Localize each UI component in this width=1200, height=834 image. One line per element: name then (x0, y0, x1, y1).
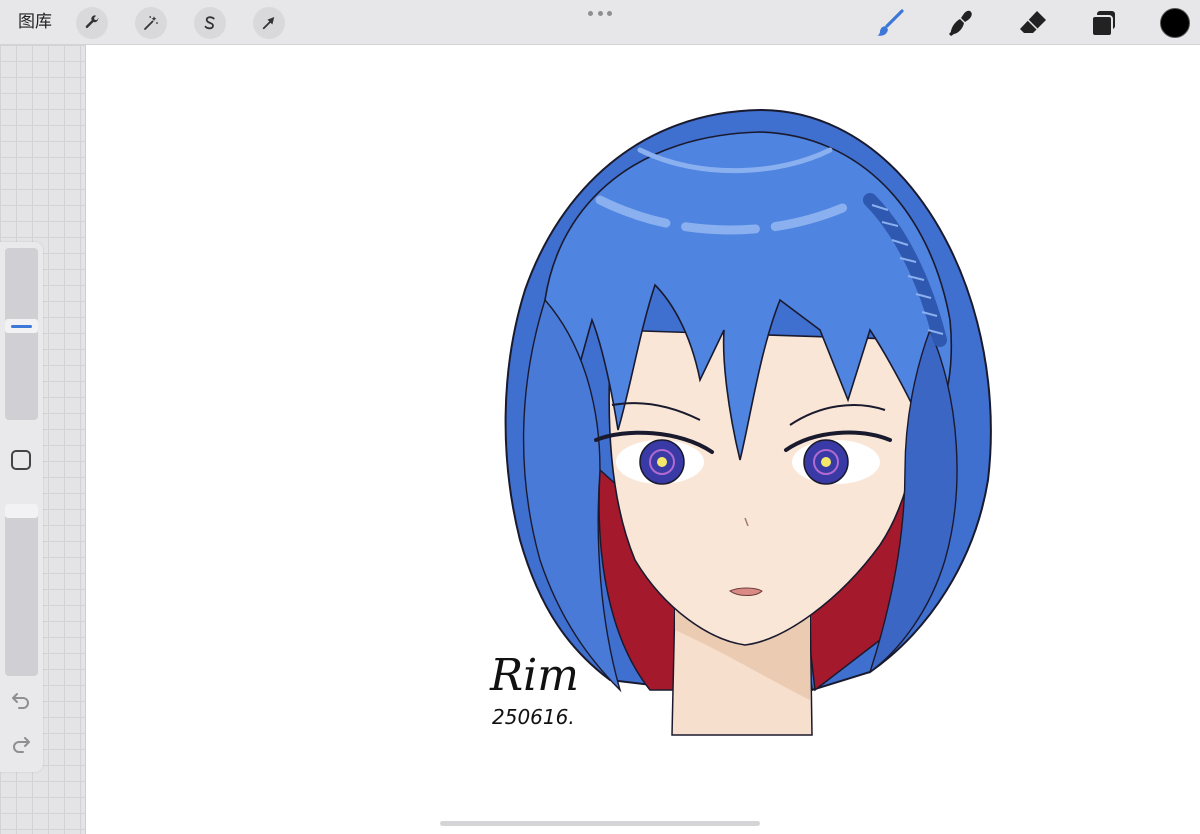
left-sidebar (0, 242, 43, 772)
smudge-icon (949, 10, 972, 36)
arrow-cursor-icon (262, 17, 275, 30)
signature-name: Rim (489, 650, 579, 701)
color-swatch-button[interactable] (1160, 8, 1190, 38)
eraser-tool-button[interactable] (1016, 6, 1050, 40)
brush-icon (877, 9, 904, 36)
dot (597, 10, 603, 16)
top-toolbar: 图库 (0, 0, 1200, 45)
magic-wand-icon (144, 16, 158, 30)
brush-size-slider[interactable] (5, 248, 38, 420)
dot (607, 10, 612, 16)
dot (588, 10, 593, 16)
layers-icon (1091, 11, 1115, 37)
modify-square-button[interactable] (11, 450, 31, 470)
selection-button[interactable] (194, 7, 226, 39)
redo-button[interactable] (10, 734, 32, 754)
drawing-canvas[interactable]: Rim 250616. (86, 45, 1200, 834)
undo-icon (12, 693, 29, 709)
brush-opacity-thumb[interactable] (5, 504, 38, 518)
redo-icon (13, 737, 30, 753)
transform-button[interactable] (253, 7, 285, 39)
selection-s-icon (204, 16, 215, 30)
wrench-icon (85, 15, 99, 29)
gallery-button[interactable]: 图库 (18, 12, 52, 32)
eye-left-glow (657, 457, 667, 467)
layers-tool-button[interactable] (1087, 6, 1121, 40)
eye-right-glow (821, 457, 831, 467)
adjustments-button[interactable] (135, 7, 167, 39)
home-indicator[interactable] (440, 821, 760, 826)
artwork-illustration: Rim 250616. (489, 108, 992, 736)
eraser-icon (1020, 11, 1046, 33)
brush-size-thumb[interactable] (5, 319, 38, 333)
smudge-tool-button[interactable] (944, 6, 978, 40)
brush-opacity-slider[interactable] (5, 504, 38, 676)
signature-date: 250616. (492, 705, 575, 729)
undo-button[interactable] (10, 690, 32, 710)
more-options-button[interactable] (588, 8, 612, 18)
brush-tool-button[interactable] (873, 6, 907, 40)
actions-button[interactable] (76, 7, 108, 39)
